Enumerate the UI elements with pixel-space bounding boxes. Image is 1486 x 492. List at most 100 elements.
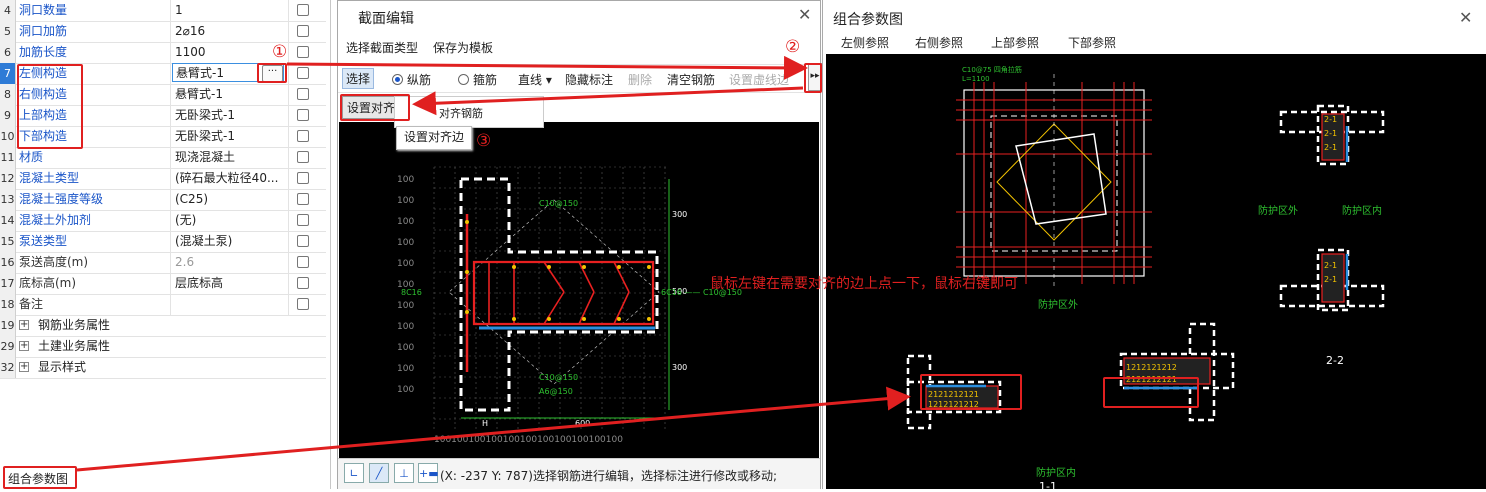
property-value[interactable]: 1 — [175, 0, 285, 21]
column-divider — [170, 21, 171, 42]
expand-plus-icon[interactable]: + — [19, 320, 29, 330]
property-name: 材质 — [19, 150, 44, 164]
highlight-section-right — [1103, 377, 1199, 408]
dialog-menubar: 选择截面类型 保存为模板 — [338, 34, 820, 59]
property-row[interactable]: 15 泵送类型 (混凝土泵) — [0, 231, 326, 253]
highlight-side-structures — [17, 64, 83, 149]
attach-checkbox[interactable] — [297, 46, 309, 58]
property-row[interactable]: 12 混凝土类型 (碎石最大粒径40... — [0, 168, 326, 190]
radio-stirrup[interactable]: 箍筋 — [458, 71, 497, 88]
property-value[interactable] — [175, 294, 285, 315]
property-value[interactable]: 1100 — [175, 42, 285, 63]
property-value[interactable]: 层底标高 — [175, 273, 285, 294]
attach-checkbox[interactable] — [297, 151, 309, 163]
section-11-label: 1-1 — [1039, 480, 1057, 489]
property-name: 混凝土外加剂 — [19, 213, 92, 227]
combo-drawing: C10@75 四角拉筋 L=1100 防护区外 2-1 2-1 2-1 防护区外 防… — [906, 65, 1385, 492]
property-value[interactable]: 无卧梁式-1 — [175, 105, 285, 126]
attach-checkbox[interactable] — [297, 256, 309, 268]
group-name: 显示样式 — [38, 360, 87, 374]
attach-checkbox[interactable] — [297, 193, 309, 205]
property-value[interactable]: 悬臂式-1 — [175, 84, 285, 105]
column-divider — [170, 42, 171, 63]
line-dropdown[interactable]: 直线 ▾ — [518, 71, 552, 88]
property-value[interactable]: (混凝土泵) — [175, 231, 285, 252]
svg-text:2-1: 2-1 — [1324, 275, 1337, 284]
row-number: 18 — [0, 294, 16, 315]
delete-button[interactable]: 删除 — [628, 71, 652, 88]
tab-top-ref[interactable]: 上部参照 — [991, 34, 1039, 51]
property-row[interactable]: 5 洞口加筋 2⌀16 — [0, 21, 326, 43]
attach-checkbox[interactable] — [297, 235, 309, 247]
attach-checkbox[interactable] — [297, 298, 309, 310]
property-value[interactable]: (碎石最大粒径40... — [175, 168, 285, 189]
svg-text:2-1: 2-1 — [1324, 261, 1337, 270]
attach-checkbox[interactable] — [297, 214, 309, 226]
svg-text:2-1: 2-1 — [1324, 143, 1337, 152]
row-number: 6 — [0, 42, 16, 63]
align-rebar-popup: 对齐钢筋 — [394, 96, 544, 128]
menu-save-template[interactable]: 保存为模板 — [433, 39, 493, 56]
property-row[interactable]: 11 材质 现浇混凝土 — [0, 147, 326, 169]
clear-rebar-button[interactable]: 清空钢筋 — [667, 71, 715, 88]
expand-plus-icon[interactable]: + — [19, 341, 29, 351]
tab-bottom-ref[interactable]: 下部参照 — [1068, 34, 1116, 51]
combo-close-icon[interactable]: ✕ — [1459, 8, 1472, 27]
property-value[interactable]: (C25) — [175, 189, 285, 210]
snap-line-icon[interactable]: ╱ — [369, 463, 389, 483]
svg-text:2-1: 2-1 — [1324, 115, 1337, 124]
snap-corner-icon[interactable]: ∟ — [344, 463, 364, 483]
dialog-statusbar: ∟ ╱ ⊥ +▬ (X: -237 Y: 787)选择钢筋进行编辑，选择标注进行… — [338, 458, 820, 489]
property-value[interactable]: 现浇混凝土 — [175, 147, 285, 168]
property-group-row[interactable]: 32 + 显示样式 — [0, 357, 326, 379]
property-row[interactable]: 18 备注 — [0, 294, 326, 316]
property-group-row[interactable]: 29 + 土建业务属性 — [0, 336, 326, 358]
attach-checkbox[interactable] — [297, 130, 309, 142]
property-row[interactable]: 13 混凝土强度等级 (C25) — [0, 189, 326, 211]
attach-checkbox[interactable] — [297, 88, 309, 100]
attach-checkbox[interactable] — [297, 4, 309, 16]
column-divider — [170, 294, 171, 315]
radio-longitudinal[interactable]: 纵筋 — [392, 71, 431, 88]
attach-checkbox[interactable] — [297, 67, 309, 79]
hide-label-button[interactable]: 隐藏标注 — [565, 71, 613, 88]
menu-select-section-type[interactable]: 选择截面类型 — [346, 39, 418, 56]
row-number: 29 — [0, 336, 16, 357]
property-value[interactable]: (无) — [175, 210, 285, 231]
column-divider — [170, 126, 171, 147]
close-icon[interactable]: ✕ — [798, 5, 811, 24]
highlight-more-button — [804, 63, 822, 93]
attach-checkbox[interactable] — [297, 109, 309, 121]
row-number: 15 — [0, 231, 16, 252]
property-row[interactable]: 14 混凝土外加剂 (无) — [0, 210, 326, 232]
dim-600: 600 — [575, 419, 590, 428]
protect-out-label-1: 防护区外 — [1038, 298, 1078, 311]
tab-left-ref[interactable]: 左侧参照 — [841, 34, 889, 51]
column-divider — [170, 0, 171, 21]
snap-perpendicular-icon[interactable]: ⊥ — [394, 463, 414, 483]
property-row[interactable]: 16 泵送高度(m) 2.6 — [0, 252, 326, 274]
set-dashed-edge-button[interactable]: 设置虚线边 — [729, 71, 789, 88]
expand-plus-icon[interactable]: + — [19, 362, 29, 372]
dim-h: H — [482, 419, 488, 428]
property-row[interactable]: 4 洞口数量 1 — [0, 0, 326, 22]
align-rebar-text[interactable]: 对齐钢筋 — [439, 105, 483, 121]
combo-params-link[interactable]: 组合参数图 — [8, 470, 68, 487]
attach-checkbox[interactable] — [297, 277, 309, 289]
property-name: 加筋长度 — [19, 45, 68, 59]
column-divider — [288, 210, 289, 231]
svg-text:2-1: 2-1 — [1324, 129, 1337, 138]
property-value[interactable]: 无卧梁式-1 — [175, 126, 285, 147]
attach-checkbox[interactable] — [297, 172, 309, 184]
property-row[interactable]: 17 底标高(m) 层底标高 — [0, 273, 326, 295]
property-group-row[interactable]: 19 + 钢筋业务属性 — [0, 315, 326, 337]
property-value[interactable]: 2⌀16 — [175, 21, 285, 42]
column-divider — [170, 63, 171, 84]
select-button[interactable]: 选择 — [342, 68, 375, 89]
column-divider — [288, 84, 289, 105]
property-value[interactable]: 2.6 — [175, 252, 285, 273]
tab-right-ref[interactable]: 右侧参照 — [915, 34, 963, 51]
snap-add-icon[interactable]: +▬ — [418, 463, 439, 483]
attach-checkbox[interactable] — [297, 25, 309, 37]
combo-drawing-canvas[interactable]: C10@75 四角拉筋 L=1100 防护区外 2-1 2-1 2-1 防护区外 防… — [826, 54, 1486, 492]
